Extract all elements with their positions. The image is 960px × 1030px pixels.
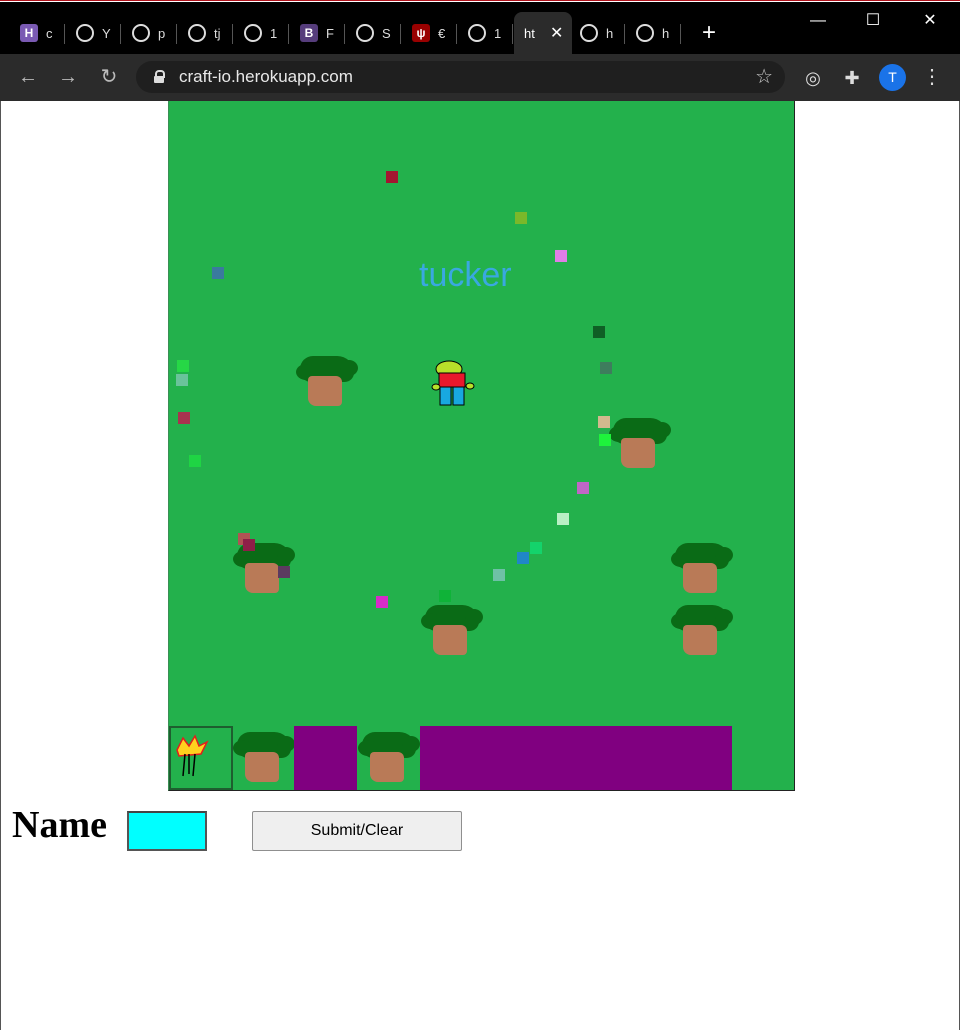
page-viewport: tucker Name Submit/Clear bbox=[0, 101, 960, 1030]
food-pellet bbox=[600, 362, 612, 374]
github-icon bbox=[188, 24, 206, 42]
food-pellet bbox=[557, 513, 569, 525]
reload-icon[interactable]: ↻ bbox=[95, 63, 123, 91]
food-pellet bbox=[386, 171, 398, 183]
new-tab-button[interactable]: + bbox=[696, 20, 722, 46]
browser-tab[interactable]: Hc bbox=[10, 12, 65, 54]
food-pellet bbox=[599, 434, 611, 446]
food-pellet bbox=[177, 360, 189, 372]
browser-tab[interactable]: 1 bbox=[234, 12, 289, 54]
tree[interactable] bbox=[609, 418, 671, 468]
food-pellet bbox=[376, 596, 388, 608]
food-pellet bbox=[439, 590, 451, 602]
tab-title: h bbox=[662, 25, 670, 41]
tab-title: h bbox=[606, 25, 614, 41]
submit-clear-button[interactable]: Submit/Clear bbox=[252, 811, 462, 851]
browser-tab[interactable]: tj bbox=[178, 12, 233, 54]
tree-icon bbox=[233, 732, 295, 782]
food-pellet bbox=[530, 542, 542, 554]
profile-avatar[interactable]: T bbox=[879, 64, 906, 91]
heroku-icon: H bbox=[20, 24, 38, 42]
player-name-label: tucker bbox=[419, 256, 512, 294]
tree[interactable] bbox=[296, 356, 358, 406]
browser-tab[interactable]: 1 bbox=[458, 12, 513, 54]
tab-title: Y bbox=[102, 25, 111, 41]
food-pellet bbox=[593, 326, 605, 338]
name-input[interactable] bbox=[127, 811, 207, 851]
globe-icon bbox=[468, 24, 486, 42]
tree[interactable] bbox=[671, 605, 733, 655]
browser-toolbar: ← → ↻ craft-io.herokuapp.com ☆ ◎ ✚ T ⋮ bbox=[0, 54, 960, 101]
food-pellet bbox=[555, 250, 567, 262]
tree[interactable] bbox=[421, 605, 483, 655]
tab-title: tj bbox=[214, 25, 221, 41]
browser-tab[interactable]: BF bbox=[290, 12, 345, 54]
browser-tab[interactable]: h bbox=[626, 12, 681, 54]
bookmark-star-icon[interactable]: ☆ bbox=[755, 64, 773, 89]
food-pellet bbox=[178, 412, 190, 424]
iu-trident-icon: ψ bbox=[412, 24, 430, 42]
food-pellet bbox=[598, 416, 610, 428]
browser-tab[interactable]: p bbox=[122, 12, 177, 54]
lock-icon bbox=[154, 70, 165, 83]
menu-kebab-icon[interactable]: ⋮ bbox=[920, 64, 944, 91]
back-icon[interactable]: ← bbox=[14, 63, 42, 91]
close-window-button[interactable]: ✕ bbox=[910, 8, 950, 34]
maximize-button[interactable]: ☐ bbox=[853, 8, 893, 34]
food-pellet bbox=[212, 267, 224, 279]
hotbar-slot-tree[interactable] bbox=[357, 726, 420, 790]
browser-tab[interactable]: ht ✕ bbox=[514, 12, 572, 54]
tab-title: c bbox=[46, 25, 53, 41]
food-pellet bbox=[176, 374, 188, 386]
puzzle-extensions-icon[interactable]: ✚ bbox=[839, 65, 865, 91]
food-pellet bbox=[278, 566, 290, 578]
food-pellet bbox=[517, 552, 529, 564]
tab-strip: Hc Yp tj 1 B F Sψ €1 ht ✕ h h + — ☐ ✕ bbox=[0, 2, 960, 54]
food-pellet bbox=[493, 569, 505, 581]
tab-title: p bbox=[158, 25, 166, 41]
globe-icon bbox=[580, 24, 598, 42]
food-pellet bbox=[515, 212, 527, 224]
hotbar-slot-empty[interactable] bbox=[420, 726, 732, 790]
close-tab-icon[interactable]: ✕ bbox=[550, 23, 563, 43]
bootstrap-icon: B bbox=[300, 24, 318, 42]
tab-title: 1 bbox=[494, 25, 502, 41]
url-text[interactable]: craft-io.herokuapp.com bbox=[179, 67, 353, 87]
forward-icon[interactable]: → bbox=[54, 63, 82, 91]
tab-title: ht bbox=[524, 25, 535, 41]
hotbar-slot-empty[interactable] bbox=[294, 726, 357, 790]
github-icon bbox=[76, 24, 94, 42]
address-bar[interactable]: craft-io.herokuapp.com ☆ bbox=[136, 61, 785, 93]
globe-icon bbox=[244, 24, 262, 42]
hotbar bbox=[169, 726, 794, 790]
hotbar-slot-torch[interactable] bbox=[169, 726, 233, 790]
minimize-button[interactable]: — bbox=[798, 8, 838, 34]
food-pellet bbox=[577, 482, 589, 494]
player-character bbox=[431, 360, 475, 406]
tree-icon bbox=[358, 732, 420, 782]
tab-title: 1 bbox=[270, 25, 278, 41]
food-pellet bbox=[189, 455, 201, 467]
browser-tab[interactable]: ψ € bbox=[402, 12, 457, 54]
browser-tab[interactable]: S bbox=[346, 12, 401, 54]
speedometer-icon bbox=[356, 24, 374, 42]
tab-title: € bbox=[438, 25, 446, 41]
hotbar-slot-tree[interactable] bbox=[233, 726, 295, 790]
food-pellet bbox=[243, 539, 255, 551]
extension-icon[interactable]: ◎ bbox=[800, 65, 826, 91]
browser-tab[interactable]: h bbox=[570, 12, 625, 54]
tab-title: S bbox=[382, 25, 391, 41]
game-canvas[interactable]: tucker bbox=[168, 101, 795, 791]
github-icon bbox=[132, 24, 150, 42]
torch-icon bbox=[176, 734, 209, 777]
globe-icon bbox=[636, 24, 654, 42]
tab-title: F bbox=[326, 25, 334, 41]
tree[interactable] bbox=[671, 543, 733, 593]
name-label: Name bbox=[12, 804, 107, 846]
browser-tab[interactable]: Y bbox=[66, 12, 121, 54]
